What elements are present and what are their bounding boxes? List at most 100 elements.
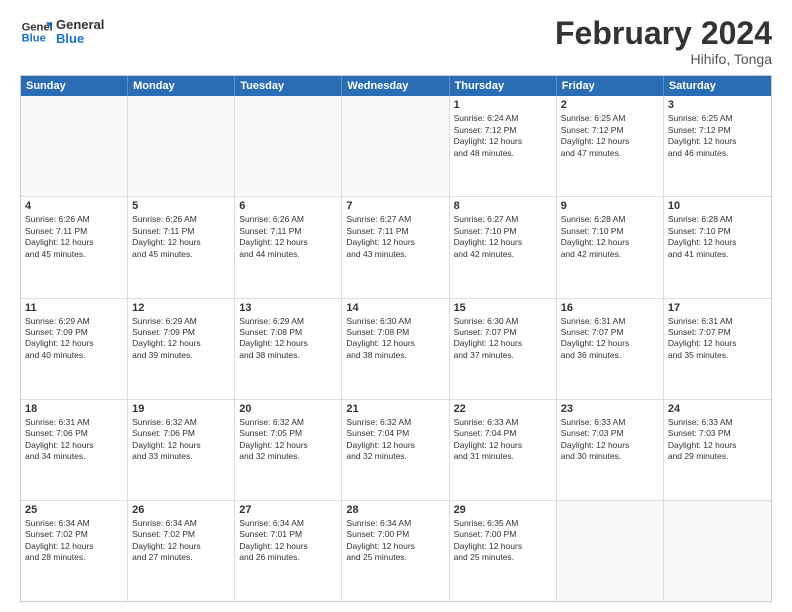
month-title: February 2024 xyxy=(555,16,772,51)
day-info: Sunrise: 6:32 AM Sunset: 7:06 PM Dayligh… xyxy=(132,417,230,463)
cal-cell: 1 Sunrise: 6:24 AM Sunset: 7:12 PM Daylig… xyxy=(450,96,557,196)
cal-cell: 27 Sunrise: 6:34 AM Sunset: 7:01 PM Dayli… xyxy=(235,501,342,601)
title-area: February 2024 Hihifo, Tonga xyxy=(555,16,772,67)
day-number: 12 xyxy=(132,302,230,314)
day-number: 7 xyxy=(346,200,444,212)
cal-cell xyxy=(128,96,235,196)
header: General Blue General Blue February 2024 … xyxy=(20,16,772,67)
day-info: Sunrise: 6:31 AM Sunset: 7:07 PM Dayligh… xyxy=(561,316,659,362)
day-number: 29 xyxy=(454,504,552,516)
day-info: Sunrise: 6:29 AM Sunset: 7:09 PM Dayligh… xyxy=(25,316,123,362)
cal-cell: 6Sunrise: 6:26 AM Sunset: 7:11 PM Daylig… xyxy=(235,197,342,297)
svg-text:Blue: Blue xyxy=(22,33,46,45)
cal-cell: 20 Sunrise: 6:32 AM Sunset: 7:05 PM Dayli… xyxy=(235,400,342,500)
day-number: 25 xyxy=(25,504,123,516)
day-info: Sunrise: 6:30 AM Sunset: 7:08 PM Dayligh… xyxy=(346,316,444,362)
day-info: Sunrise: 6:24 AM Sunset: 7:12 PM Dayligh… xyxy=(454,113,552,159)
cal-cell: 8Sunrise: 6:27 AM Sunset: 7:10 PM Daylig… xyxy=(450,197,557,297)
day-number: 8 xyxy=(454,200,552,212)
week-row-2: 11 Sunrise: 6:29 AM Sunset: 7:09 PM Dayli… xyxy=(21,299,771,400)
header-day-friday: Friday xyxy=(557,76,664,96)
day-number: 6 xyxy=(239,200,337,212)
day-number: 4 xyxy=(25,200,123,212)
cal-cell: 11 Sunrise: 6:29 AM Sunset: 7:09 PM Dayli… xyxy=(21,299,128,399)
day-info: Sunrise: 6:29 AM Sunset: 7:09 PM Dayligh… xyxy=(132,316,230,362)
day-info: Sunrise: 6:34 AM Sunset: 7:02 PM Dayligh… xyxy=(132,518,230,564)
cal-cell: 28 Sunrise: 6:34 AM Sunset: 7:00 PM Dayli… xyxy=(342,501,449,601)
cal-cell xyxy=(557,501,664,601)
cal-cell: 15Sunrise: 6:30 AM Sunset: 7:07 PM Dayli… xyxy=(450,299,557,399)
logo-icon: General Blue xyxy=(20,16,52,48)
day-number: 3 xyxy=(668,99,767,111)
day-number: 9 xyxy=(561,200,659,212)
header-day-monday: Monday xyxy=(128,76,235,96)
week-row-1: 4 Sunrise: 6:26 AM Sunset: 7:11 PM Daylig… xyxy=(21,197,771,298)
week-row-3: 18 Sunrise: 6:31 AM Sunset: 7:06 PM Dayli… xyxy=(21,400,771,501)
cal-cell: 10Sunrise: 6:28 AM Sunset: 7:10 PM Dayli… xyxy=(664,197,771,297)
cal-cell: 4 Sunrise: 6:26 AM Sunset: 7:11 PM Daylig… xyxy=(21,197,128,297)
cal-cell: 7 Sunrise: 6:27 AM Sunset: 7:11 PM Daylig… xyxy=(342,197,449,297)
header-day-wednesday: Wednesday xyxy=(342,76,449,96)
page: General Blue General Blue February 2024 … xyxy=(0,0,792,612)
day-info: Sunrise: 6:26 AM Sunset: 7:11 PM Dayligh… xyxy=(25,214,123,260)
day-info: Sunrise: 6:31 AM Sunset: 7:06 PM Dayligh… xyxy=(25,417,123,463)
day-number: 14 xyxy=(346,302,444,314)
day-number: 26 xyxy=(132,504,230,516)
cal-cell: 5 Sunrise: 6:26 AM Sunset: 7:11 PM Daylig… xyxy=(128,197,235,297)
cal-cell xyxy=(21,96,128,196)
day-info: Sunrise: 6:28 AM Sunset: 7:10 PM Dayligh… xyxy=(668,214,767,260)
day-number: 5 xyxy=(132,200,230,212)
day-info: Sunrise: 6:27 AM Sunset: 7:11 PM Dayligh… xyxy=(346,214,444,260)
day-info: Sunrise: 6:34 AM Sunset: 7:00 PM Dayligh… xyxy=(346,518,444,564)
cal-cell: 2 Sunrise: 6:25 AM Sunset: 7:12 PM Daylig… xyxy=(557,96,664,196)
day-number: 28 xyxy=(346,504,444,516)
day-number: 2 xyxy=(561,99,659,111)
cal-cell: 23Sunrise: 6:33 AM Sunset: 7:03 PM Dayli… xyxy=(557,400,664,500)
day-number: 18 xyxy=(25,403,123,415)
cal-cell: 24Sunrise: 6:33 AM Sunset: 7:03 PM Dayli… xyxy=(664,400,771,500)
cal-cell: 14 Sunrise: 6:30 AM Sunset: 7:08 PM Dayli… xyxy=(342,299,449,399)
header-day-thursday: Thursday xyxy=(450,76,557,96)
day-info: Sunrise: 6:28 AM Sunset: 7:10 PM Dayligh… xyxy=(561,214,659,260)
cal-cell xyxy=(342,96,449,196)
day-info: Sunrise: 6:34 AM Sunset: 7:01 PM Dayligh… xyxy=(239,518,337,564)
calendar-body: 1 Sunrise: 6:24 AM Sunset: 7:12 PM Daylig… xyxy=(21,96,771,601)
cal-cell: 3 Sunrise: 6:25 AM Sunset: 7:12 PM Daylig… xyxy=(664,96,771,196)
day-number: 11 xyxy=(25,302,123,314)
cal-cell xyxy=(235,96,342,196)
cal-cell: 26 Sunrise: 6:34 AM Sunset: 7:02 PM Dayli… xyxy=(128,501,235,601)
cal-cell: 18 Sunrise: 6:31 AM Sunset: 7:06 PM Dayli… xyxy=(21,400,128,500)
day-number: 16 xyxy=(561,302,659,314)
day-number: 15 xyxy=(454,302,552,314)
day-info: Sunrise: 6:33 AM Sunset: 7:04 PM Dayligh… xyxy=(454,417,552,463)
week-row-4: 25 Sunrise: 6:34 AM Sunset: 7:02 PM Dayli… xyxy=(21,501,771,601)
cal-cell: 29 Sunrise: 6:35 AM Sunset: 7:00 PM Dayli… xyxy=(450,501,557,601)
cal-cell: 13Sunrise: 6:29 AM Sunset: 7:08 PM Dayli… xyxy=(235,299,342,399)
day-number: 20 xyxy=(239,403,337,415)
day-number: 22 xyxy=(454,403,552,415)
cal-cell xyxy=(664,501,771,601)
cal-cell: 17Sunrise: 6:31 AM Sunset: 7:07 PM Dayli… xyxy=(664,299,771,399)
cal-cell: 9 Sunrise: 6:28 AM Sunset: 7:10 PM Daylig… xyxy=(557,197,664,297)
cal-cell: 16 Sunrise: 6:31 AM Sunset: 7:07 PM Dayli… xyxy=(557,299,664,399)
cal-cell: 22 Sunrise: 6:33 AM Sunset: 7:04 PM Dayli… xyxy=(450,400,557,500)
location: Hihifo, Tonga xyxy=(555,51,772,67)
calendar: SundayMondayTuesdayWednesdayThursdayFrid… xyxy=(20,75,772,602)
day-info: Sunrise: 6:25 AM Sunset: 7:12 PM Dayligh… xyxy=(561,113,659,159)
day-info: Sunrise: 6:33 AM Sunset: 7:03 PM Dayligh… xyxy=(561,417,659,463)
day-number: 13 xyxy=(239,302,337,314)
day-number: 21 xyxy=(346,403,444,415)
day-info: Sunrise: 6:26 AM Sunset: 7:11 PM Dayligh… xyxy=(132,214,230,260)
logo-blue: Blue xyxy=(56,32,104,46)
header-day-saturday: Saturday xyxy=(664,76,771,96)
cal-cell: 19Sunrise: 6:32 AM Sunset: 7:06 PM Dayli… xyxy=(128,400,235,500)
day-number: 27 xyxy=(239,504,337,516)
day-info: Sunrise: 6:32 AM Sunset: 7:05 PM Dayligh… xyxy=(239,417,337,463)
day-info: Sunrise: 6:32 AM Sunset: 7:04 PM Dayligh… xyxy=(346,417,444,463)
day-info: Sunrise: 6:25 AM Sunset: 7:12 PM Dayligh… xyxy=(668,113,767,159)
header-day-tuesday: Tuesday xyxy=(235,76,342,96)
day-number: 1 xyxy=(454,99,552,111)
logo: General Blue General Blue xyxy=(20,16,104,48)
cal-cell: 21 Sunrise: 6:32 AM Sunset: 7:04 PM Dayli… xyxy=(342,400,449,500)
day-info: Sunrise: 6:35 AM Sunset: 7:00 PM Dayligh… xyxy=(454,518,552,564)
